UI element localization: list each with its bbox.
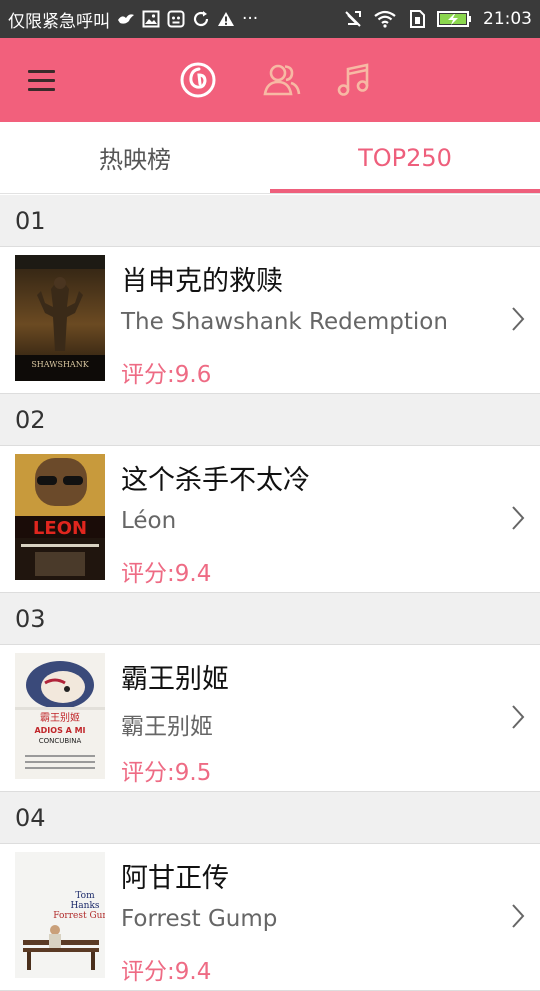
movie-poster: Tom Hanks Forrest Gump bbox=[15, 852, 105, 978]
poster-text: LEON bbox=[33, 518, 87, 539]
more-notifications: ··· bbox=[242, 9, 259, 29]
movie-original-title: Forrest Gump bbox=[121, 906, 278, 932]
movie-list: 01 SHAWSHANK 肖申克的救赎 The Shawshank Redemp… bbox=[0, 195, 540, 991]
movie-original-title: The Shawshank Redemption bbox=[121, 309, 448, 335]
movie-original-title: 霸王别姬 bbox=[121, 714, 213, 740]
poster-text: SHAWSHANK bbox=[31, 360, 89, 369]
rank-header: 02 bbox=[0, 394, 540, 446]
movie-rating: 评分:9.5 bbox=[121, 760, 212, 786]
poster-text: Forrest Gump bbox=[53, 911, 105, 921]
svg-text:霸王别姬: 霸王别姬 bbox=[40, 711, 80, 724]
svg-text:Tom: Tom bbox=[75, 891, 95, 901]
tab-top250[interactable]: TOP250 bbox=[270, 122, 540, 193]
image-icon bbox=[142, 10, 160, 28]
tab-now-showing[interactable]: 热映榜 bbox=[0, 122, 270, 193]
movie-original-title: Léon bbox=[121, 508, 177, 534]
rank-header: 01 bbox=[0, 195, 540, 247]
netease-music-icon[interactable] bbox=[176, 58, 220, 102]
app-bar bbox=[0, 38, 540, 122]
movie-poster: LEON bbox=[15, 454, 105, 580]
tab-label: 热映榜 bbox=[99, 146, 171, 174]
menu-icon[interactable] bbox=[22, 62, 62, 98]
rank-header: 03 bbox=[0, 593, 540, 645]
music-note-icon[interactable] bbox=[332, 58, 376, 102]
tab-bar: 热映榜 TOP250 bbox=[0, 122, 540, 194]
movie-poster: 霸王别姬 ADIOS A MI CONCUBINA bbox=[15, 653, 105, 779]
svg-text:Hanks: Hanks bbox=[70, 901, 99, 911]
movie-title: 这个杀手不太冷 bbox=[121, 465, 310, 496]
no-signal-icon bbox=[343, 9, 363, 29]
chevron-right-icon bbox=[512, 506, 525, 530]
movie-title: 肖申克的救赎 bbox=[121, 266, 283, 297]
tab-indicator bbox=[270, 189, 540, 193]
list-item[interactable]: SHAWSHANK 肖申克的救赎 The Shawshank Redemptio… bbox=[0, 247, 540, 394]
movie-rating: 评分:9.4 bbox=[121, 561, 212, 587]
chevron-right-icon bbox=[512, 904, 525, 928]
movie-rating: 评分:9.6 bbox=[121, 362, 212, 388]
wifi-icon bbox=[373, 10, 397, 28]
movie-poster: SHAWSHANK bbox=[15, 255, 105, 381]
sync-icon bbox=[192, 10, 210, 28]
list-item[interactable]: 霸王别姬 ADIOS A MI CONCUBINA 霸王别姬 霸王别姬 评分:9… bbox=[0, 645, 540, 792]
movie-title: 阿甘正传 bbox=[121, 863, 229, 894]
chevron-right-icon bbox=[512, 705, 525, 729]
rank-number: 03 bbox=[15, 604, 46, 633]
warning-icon bbox=[217, 11, 235, 27]
battery-charging-icon bbox=[437, 10, 473, 28]
friends-icon[interactable] bbox=[260, 58, 304, 102]
bird-icon bbox=[117, 12, 135, 26]
rank-header: 04 bbox=[0, 792, 540, 844]
rank-number: 02 bbox=[15, 405, 46, 434]
clock: 21:03 bbox=[483, 9, 532, 29]
list-item[interactable]: LEON 这个杀手不太冷 Léon 评分:9.4 bbox=[0, 446, 540, 593]
rank-number: 01 bbox=[15, 206, 46, 235]
tab-label: TOP250 bbox=[358, 143, 452, 172]
poster-text: ADIOS A MI bbox=[34, 726, 85, 735]
rank-number: 04 bbox=[15, 803, 46, 832]
status-bar: 仅限紧急呼叫 ··· 21:03 bbox=[0, 0, 540, 38]
carrier-text: 仅限紧急呼叫 bbox=[8, 11, 110, 32]
chevron-right-icon bbox=[512, 307, 525, 331]
svg-text:CONCUBINA: CONCUBINA bbox=[39, 737, 82, 745]
movie-rating: 评分:9.4 bbox=[121, 959, 212, 985]
robot-icon bbox=[167, 10, 185, 28]
movie-title: 霸王别姬 bbox=[121, 664, 229, 695]
sim-card-icon bbox=[407, 9, 427, 29]
list-item[interactable]: Tom Hanks Forrest Gump 阿甘正传 Forrest Gump… bbox=[0, 844, 540, 991]
